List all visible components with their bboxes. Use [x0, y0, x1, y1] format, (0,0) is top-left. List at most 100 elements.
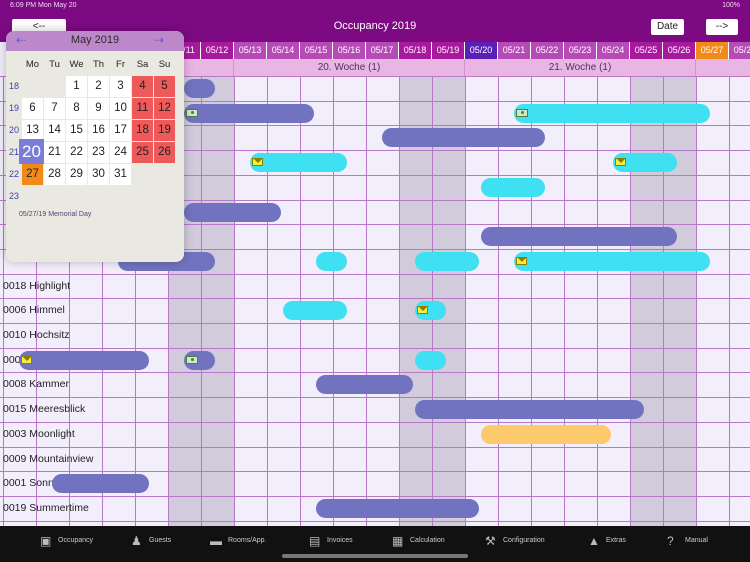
occupancy-icon: ▣: [40, 534, 52, 548]
calendar-day[interactable]: 13: [22, 120, 43, 141]
grid-row-line: [0, 372, 750, 374]
booking-bar[interactable]: [250, 153, 347, 173]
calendar-day[interactable]: 20: [19, 139, 44, 164]
calendar-day[interactable]: 31: [110, 164, 131, 185]
calendar-day[interactable]: 24: [110, 142, 131, 163]
booking-bar[interactable]: [316, 375, 413, 395]
weekday-label: Su: [158, 59, 171, 70]
booking-bar[interactable]: [415, 350, 446, 370]
wrench-icon: ⚒: [485, 534, 496, 548]
calendar-day[interactable]: 1: [66, 76, 87, 97]
money-icon: [186, 108, 198, 117]
calendar-day[interactable]: 25: [132, 142, 153, 163]
calendar-day[interactable]: 28: [44, 164, 65, 185]
column-date-05-22[interactable]: 05/22: [531, 42, 564, 59]
calendar-day[interactable]: 9: [88, 98, 109, 119]
tab-label: Occupancy: [58, 537, 94, 544]
column-date-05-18[interactable]: 05/18: [399, 42, 432, 59]
calendar-day[interactable]: 23: [88, 142, 109, 163]
calendar-day[interactable]: 22: [66, 142, 87, 163]
booking-bar[interactable]: [184, 103, 314, 123]
guests-icon: ♟: [131, 534, 142, 548]
calendar-day[interactable]: 5: [154, 76, 175, 97]
booking-bar[interactable]: [415, 400, 644, 420]
booking-bar[interactable]: [514, 103, 710, 123]
column-date-05-26[interactable]: 05/26: [663, 42, 696, 59]
calendar-day[interactable]: 12: [154, 98, 175, 119]
calendar-day[interactable]: 18: [132, 120, 153, 141]
column-date-05-28[interactable]: 05/28: [729, 42, 750, 59]
booking-bar[interactable]: [481, 424, 611, 444]
column-date-05-17[interactable]: 05/17: [366, 42, 399, 59]
calendar-day[interactable]: 16: [88, 120, 109, 141]
room-label[interactable]: 0003 Moonlight: [3, 422, 75, 446]
weekday-label: We: [69, 59, 84, 70]
calendar-day[interactable]: 17: [110, 120, 131, 141]
booking-bar[interactable]: [481, 227, 677, 247]
week-number: 22: [8, 169, 19, 179]
column-date-05-16[interactable]: 05/16: [333, 42, 366, 59]
column-date-05-21[interactable]: 05/21: [498, 42, 531, 59]
booking-bar[interactable]: [184, 202, 281, 222]
booking-bar[interactable]: [316, 251, 347, 271]
grid-row-line: [0, 471, 750, 473]
calendar-day[interactable]: 4: [132, 76, 153, 97]
booking-bar[interactable]: [481, 177, 545, 197]
calendar-day[interactable]: 30: [88, 164, 109, 185]
column-date-05-13[interactable]: 05/13: [234, 42, 267, 59]
date-button[interactable]: Date: [651, 19, 684, 35]
room-label[interactable]: 0015 Meeresblick: [3, 397, 85, 421]
calendar-day[interactable]: 14: [44, 120, 65, 141]
grid-row-line: [0, 323, 750, 324]
calendar-next-icon[interactable]: ⇢: [154, 33, 164, 47]
calendar-day[interactable]: 21: [44, 142, 65, 163]
column-date-05-20[interactable]: 05/20: [465, 42, 498, 59]
booking-bar[interactable]: [184, 79, 215, 98]
booking-bar[interactable]: [283, 301, 347, 321]
grid-row-line: [0, 347, 750, 349]
room-label[interactable]: 0019 Summertime: [3, 496, 89, 520]
tab-label: Rooms/App.: [228, 537, 267, 544]
column-date-05-15[interactable]: 05/15: [300, 42, 333, 59]
calendar-day[interactable]: 26: [154, 142, 175, 163]
grid-col-line: [366, 76, 367, 526]
calendar-day[interactable]: 6: [22, 98, 43, 119]
column-date-05-14[interactable]: 05/14: [267, 42, 300, 59]
room-label[interactable]: 0006 Himmel: [3, 298, 65, 322]
column-date-05-27[interactable]: 05/27: [696, 42, 729, 59]
help-icon: ?: [667, 534, 674, 548]
calendar-day[interactable]: 29: [66, 164, 87, 185]
calendar-day[interactable]: 8: [66, 98, 87, 119]
column-date-05-19[interactable]: 05/19: [432, 42, 465, 59]
room-label[interactable]: 0008 Kammer: [3, 372, 69, 396]
column-date-05-25[interactable]: 05/25: [630, 42, 663, 59]
calendar-day[interactable]: 15: [66, 120, 87, 141]
booking-bar[interactable]: [52, 474, 149, 494]
envelope-icon: [417, 306, 428, 315]
room-label[interactable]: 0018 Highlight: [3, 274, 70, 298]
column-date-05-23[interactable]: 05/23: [564, 42, 597, 59]
calendar-day[interactable]: 10: [110, 98, 131, 119]
room-label[interactable]: 0009 Mountainview: [3, 447, 93, 471]
booking-bar[interactable]: [382, 128, 545, 148]
weekend-shade: [663, 76, 696, 526]
column-date-05-24[interactable]: 05/24: [597, 42, 630, 59]
booking-bar[interactable]: [514, 251, 710, 271]
booking-bar[interactable]: [316, 498, 479, 518]
tab-label: Configuration: [503, 537, 545, 544]
column-date-05-12[interactable]: 05/12: [201, 42, 234, 59]
calendar-day[interactable]: 19: [154, 120, 175, 141]
forward-button[interactable]: -->: [706, 19, 738, 35]
calendar-day[interactable]: 7: [44, 98, 65, 119]
booking-bar[interactable]: [415, 251, 479, 271]
weekday-label: Mo: [25, 59, 40, 70]
date-picker-popover[interactable]: ⇠ May 2019 ⇢ Mo Tu We Th Fr Sa Su 18 19 20 21 22 23 1…: [6, 31, 184, 262]
room-label[interactable]: 0010 Hochsitz: [3, 323, 70, 347]
calendar-day[interactable]: 11: [132, 98, 153, 119]
calendar-day[interactable]: 3: [110, 76, 131, 97]
invoice-icon: ▤: [309, 534, 321, 548]
booking-bar[interactable]: [19, 350, 149, 370]
tab-label: Guests: [149, 537, 172, 544]
calendar-day[interactable]: 27: [22, 164, 43, 185]
calendar-day[interactable]: 2: [88, 76, 109, 97]
